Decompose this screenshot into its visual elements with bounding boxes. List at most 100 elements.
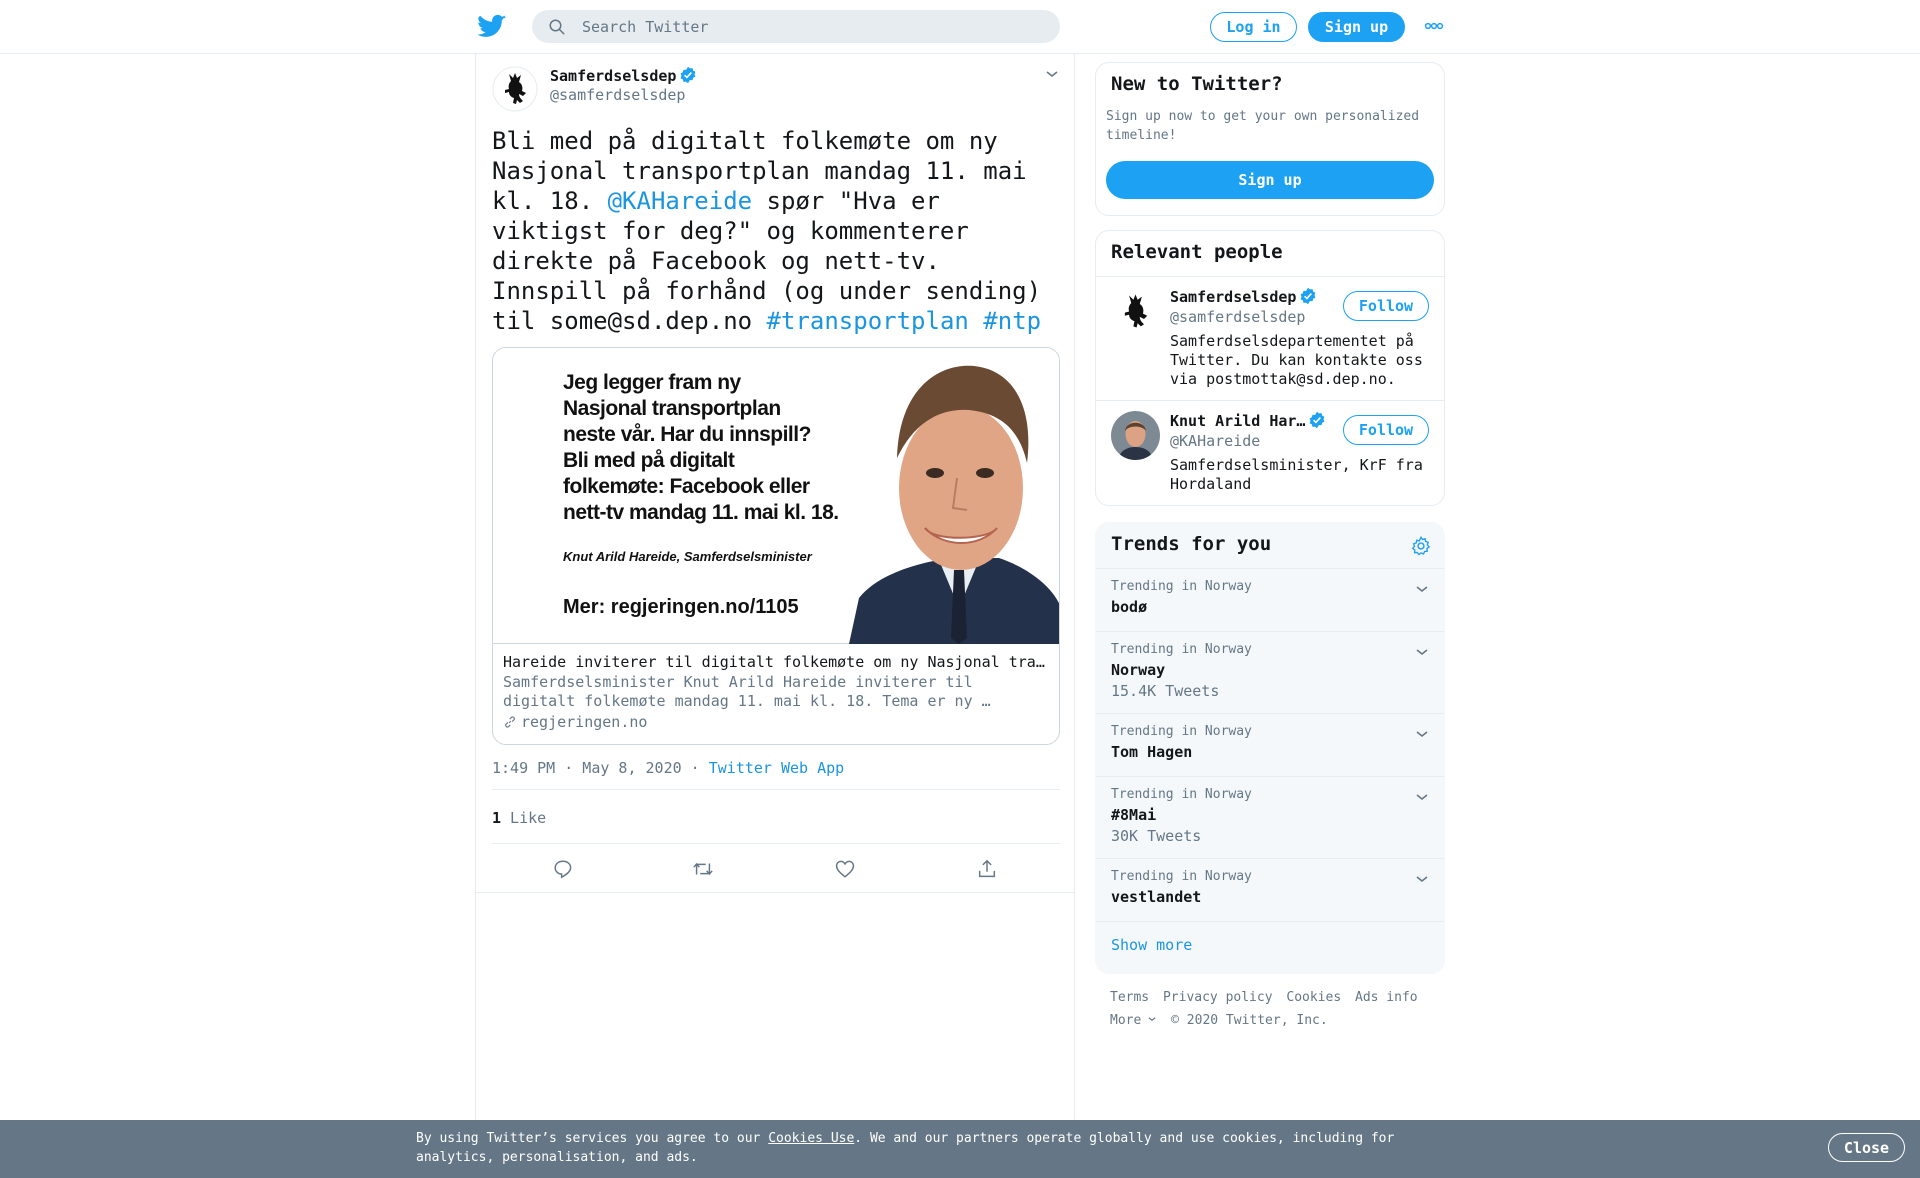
trend-name[interactable]: bodø (1111, 598, 1147, 616)
like-count-number: 1 (492, 809, 502, 827)
card-description: Samferdselsminister Knut Arild Hareide i… (503, 673, 991, 710)
trend-item[interactable]: Trending in Norway vestlandet (1096, 858, 1444, 921)
cookie-text: By using Twitter’s services you agree to… (416, 1129, 1416, 1167)
follow-button[interactable]: Follow (1343, 415, 1429, 445)
samferdselsdep-avatar[interactable] (1111, 287, 1160, 336)
person-handle[interactable]: @KAHareide (1170, 432, 1260, 450)
tweet-text: Bli med på digitalt folkemøte om ny Nasj… (492, 126, 1060, 336)
person-bio: Samferdselsdepartementet på Twitter. Du … (1170, 332, 1423, 388)
login-button[interactable]: Log in (1210, 12, 1297, 42)
trend-context: Trending in Norway (1111, 579, 1252, 594)
tweet-time[interactable]: 1:49 PM · May 8, 2020 (492, 759, 682, 777)
settings-gear-icon[interactable] (1410, 535, 1432, 557)
top-navigation-bar: Log in Sign up (0, 0, 1920, 54)
relevant-people-panel: Relevant people Samferdselsdep @samferds… (1095, 230, 1445, 506)
reply-icon[interactable] (552, 858, 574, 880)
chevron-down-icon[interactable] (1414, 581, 1430, 597)
like-count[interactable]: 1 Like (492, 809, 546, 827)
footer-cookies-link[interactable]: Cookies (1286, 990, 1341, 1005)
signup-button[interactable]: Sign up (1308, 12, 1405, 42)
poster-text: Jeg legger fram ny Nasjonal transportpla… (563, 370, 839, 526)
trend-context: Trending in Norway (1111, 642, 1252, 657)
person-name[interactable]: Samferdselsdep (1170, 287, 1316, 306)
close-cookie-banner-button[interactable]: Close (1828, 1133, 1905, 1162)
new-to-twitter-title: New to Twitter? (1111, 73, 1283, 95)
tweet-author-name[interactable]: Samferdselsdep (550, 66, 697, 85)
verified-badge-icon (1310, 411, 1325, 429)
divider (492, 789, 1060, 790)
trend-item[interactable]: Trending in Norway #8Mai 30K Tweets (1096, 776, 1444, 858)
sidebar-signup-button[interactable]: Sign up (1106, 161, 1434, 199)
card-domain-text[interactable]: regjeringen.no (521, 713, 647, 731)
footer-privacy-link[interactable]: Privacy policy (1163, 990, 1273, 1005)
footer-ads-link[interactable]: Ads info (1355, 990, 1418, 1005)
chevron-down-icon[interactable] (1414, 789, 1430, 805)
trend-context: Trending in Norway (1111, 787, 1252, 802)
show-more-link[interactable]: Show more (1111, 936, 1192, 954)
kahareide-avatar[interactable] (1111, 411, 1160, 460)
samferdselsdep-avatar[interactable] (492, 66, 538, 112)
show-more-row[interactable]: Show more (1096, 921, 1444, 973)
hashtag-link[interactable]: #transportplan (767, 307, 969, 335)
footer-terms-link[interactable]: Terms (1110, 990, 1149, 1005)
trend-tweet-count: 15.4K Tweets (1111, 682, 1220, 700)
footer-row: More © 2020 Twitter, Inc. (1110, 1009, 1424, 1032)
person-handle[interactable]: @samferdselsdep (1170, 308, 1305, 326)
chevron-down-icon[interactable] (1414, 871, 1430, 887)
trends-panel: Trends for you Trending in Norway bodø T… (1095, 522, 1445, 974)
person-card[interactable]: Knut Arild Har… @KAHareide Samferdselsmi… (1096, 400, 1444, 505)
more-options-icon[interactable] (1424, 18, 1444, 34)
cookie-text-part: By using Twitter’s services you agree to… (416, 1131, 769, 1146)
main-column: Samferdselsdep @samferdselsdep Bli med p… (475, 54, 1075, 1124)
minister-portrait (849, 365, 1059, 644)
trend-item[interactable]: Trending in Norway bodø (1096, 568, 1444, 631)
link-icon (505, 716, 515, 728)
mention-link[interactable]: @KAHareide (608, 187, 753, 215)
cookie-banner: By using Twitter’s services you agree to… (0, 1120, 1920, 1178)
footer-more-button[interactable]: More (1110, 1013, 1157, 1028)
hashtag-link[interactable]: #ntp (983, 307, 1041, 335)
card-domain[interactable]: regjeringen.no (503, 713, 647, 731)
chevron-down-icon[interactable] (1414, 726, 1430, 742)
person-name[interactable]: Knut Arild Har… (1170, 411, 1325, 430)
twitter-logo-icon[interactable] (478, 14, 506, 38)
tweet-actions (476, 844, 1074, 893)
share-icon[interactable] (976, 858, 998, 880)
search-icon (549, 19, 565, 35)
trend-context: Trending in Norway (1111, 724, 1252, 739)
cookies-use-link[interactable]: Cookies Use (768, 1131, 854, 1146)
follow-button[interactable]: Follow (1343, 291, 1429, 321)
person-name-text[interactable]: Samferdselsdep (1170, 288, 1296, 306)
poster-line: Nasjonal transportplan (563, 397, 781, 420)
author-name-text[interactable]: Samferdselsdep (550, 67, 676, 85)
trend-item[interactable]: Trending in Norway Norway 15.4K Tweets (1096, 631, 1444, 713)
search-input[interactable] (582, 10, 1042, 43)
person-name-text[interactable]: Knut Arild Har… (1170, 412, 1305, 430)
chevron-down-icon[interactable] (1414, 644, 1430, 660)
person-card[interactable]: Samferdselsdep @samferdselsdep Samferdse… (1096, 276, 1444, 400)
tweet-source-link[interactable]: Twitter Web App (709, 759, 844, 777)
relevant-people-title: Relevant people (1111, 241, 1283, 263)
chevron-down-icon[interactable] (1044, 66, 1060, 82)
poster-line: Bli med på digitalt (563, 449, 735, 472)
trend-name[interactable]: #8Mai (1111, 806, 1156, 824)
link-preview-card[interactable]: Jeg legger fram ny Nasjonal transportpla… (492, 347, 1060, 745)
poster-byline: Knut Arild Hareide, Samferdselsminister (563, 549, 812, 564)
trend-item[interactable]: Trending in Norway Tom Hagen (1096, 713, 1444, 776)
verified-badge-icon (1301, 287, 1316, 305)
copyright-text: © 2020 Twitter, Inc. (1171, 1013, 1328, 1028)
footer-more-label[interactable]: More (1110, 1013, 1141, 1028)
retweet-icon[interactable] (692, 858, 714, 880)
poster-line: folkemøte: Facebook eller (563, 475, 810, 498)
search-bar[interactable] (532, 10, 1060, 43)
card-title[interactable]: Hareide inviterer til digitalt folkemøte… (503, 653, 1053, 671)
new-to-twitter-panel: New to Twitter? Sign up now to get your … (1095, 62, 1445, 216)
card-image[interactable]: Jeg legger fram ny Nasjonal transportpla… (493, 348, 1059, 644)
trend-name[interactable]: Tom Hagen (1111, 743, 1192, 761)
trends-title: Trends for you (1111, 533, 1272, 555)
like-count-label: Like (501, 809, 547, 827)
like-heart-icon[interactable] (834, 858, 856, 880)
tweet-author-handle[interactable]: @samferdselsdep (550, 86, 685, 104)
trend-name[interactable]: Norway (1111, 661, 1165, 679)
trend-name[interactable]: vestlandet (1111, 888, 1201, 906)
